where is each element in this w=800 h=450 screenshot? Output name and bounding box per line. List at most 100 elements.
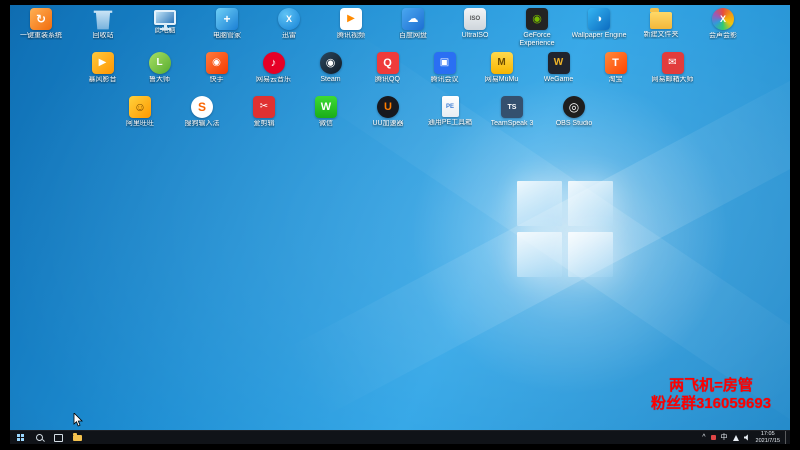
desktop-icon-tengxun-shipin[interactable]: ▶ 腾讯视频	[320, 8, 382, 48]
yijian-chongzhuang-icon: ↻	[30, 8, 52, 30]
icon-label: 通用PE工具箱	[427, 119, 473, 126]
uu-booster-glyph: U	[384, 100, 392, 113]
netease-music-glyph: ♪	[270, 56, 277, 69]
desktop-icon-kuaishou[interactable]: ◉ 快手	[188, 52, 245, 92]
icon-row: ▶ 暴风影音 L 鲁大师 ◉ 快手 ♪ 网易云音乐 ◉ Steam Q 腾讯QQ ▣ 腾讯会议 M 网易MuM…	[10, 52, 790, 92]
desktop-icon-ultraiso[interactable]: ISO UltraISO	[444, 8, 506, 48]
overlay-line1: 两飞机=房管	[669, 376, 753, 394]
desktop-icon-new-folder[interactable]: 新建文件夹	[630, 8, 692, 48]
teamspeak-glyph: TS	[507, 103, 517, 111]
icon-label: Steam	[320, 76, 341, 83]
wegame-icon: W	[547, 52, 570, 74]
task-view-icon	[53, 433, 63, 442]
wegame-glyph: W	[553, 57, 564, 68]
taobao-icon: T	[604, 52, 627, 74]
sogou-pinyin-icon: S	[191, 96, 213, 118]
icon-label: 一键重装系统	[20, 32, 62, 39]
icon-label: 电脑管家	[213, 32, 241, 39]
desktop-icon-wegame[interactable]: W WeGame	[530, 52, 587, 92]
recycle-bin-icon	[93, 10, 113, 30]
desktop-icon-grid: ↻ 一键重装系统 回收站 此电脑 + 电脑管家 X 迅雷 ▶ 腾讯视频 ☁ 百度网盘 ISO UltraI…	[10, 8, 790, 140]
desktop-icon-teamspeak[interactable]: TS TeamSpeak 3	[481, 96, 543, 136]
wallpaper-engine-glyph: ◑	[595, 12, 603, 25]
netease-mumu-icon: M	[490, 52, 513, 74]
desktop-icon-yijian-chongzhuang[interactable]: ↻ 一键重装系统	[10, 8, 72, 48]
desktop-icon-steam[interactable]: ◉ Steam	[302, 52, 359, 92]
icon-label: 腾讯视频	[337, 32, 365, 39]
desktop-icon-tencent-meeting[interactable]: ▣ 腾讯会议	[416, 52, 473, 92]
desktop-icon-this-pc[interactable]: 此电脑	[134, 8, 196, 48]
start-button[interactable]	[14, 432, 26, 443]
desktop-icon-tongyong-pe[interactable]: PE 通用PE工具箱	[419, 96, 481, 136]
desktop-icon-obs-studio[interactable]: ◎ OBS Studio	[543, 96, 605, 136]
tencent-meeting-icon: ▣	[433, 52, 456, 74]
desktop-icon-wallpaper-engine[interactable]: ◑ Wallpaper Engine	[568, 8, 630, 48]
ludashi-icon: L	[148, 52, 171, 74]
wechat-icon: W	[315, 96, 337, 118]
desktop-icon-uu-booster[interactable]: U UU加速器	[357, 96, 419, 136]
desktop-icon-mail-master[interactable]: ✉ 网易邮箱大师	[644, 52, 701, 92]
huishenghuiying-icon: X	[712, 8, 734, 30]
kuaishou-glyph: ◉	[212, 57, 221, 68]
netease-music-icon: ♪	[262, 52, 285, 74]
desktop-icon-tengxun-qq[interactable]: Q 腾讯QQ	[359, 52, 416, 92]
desktop-icon-netease-mumu[interactable]: M 网易MuMu	[473, 52, 530, 92]
tengxun-shipin-glyph: ▶	[347, 13, 355, 24]
tengxun-qq-glyph: Q	[383, 56, 392, 69]
show-desktop-button[interactable]	[785, 431, 789, 444]
desktop-icon-recycle-bin[interactable]: 回收站	[72, 8, 134, 48]
taskbar-left	[10, 432, 83, 443]
aijianji-icon: ✂	[253, 96, 275, 118]
desktop-icon-aijianji[interactable]: ✂ 爱剪辑	[233, 96, 295, 136]
taskbar-clock[interactable]: 17:05 2021/7/15	[756, 431, 780, 443]
desktop-icon-taobao[interactable]: T 淘宝	[587, 52, 644, 92]
desktop-icon-diannao-guanjia[interactable]: + 电脑管家	[196, 8, 258, 48]
icon-label: 阿里旺旺	[126, 120, 154, 127]
ali-wangwang-icon: ☺	[129, 96, 151, 118]
icon-label: 百度网盘	[399, 32, 427, 39]
desktop-icon-geforce-experience[interactable]: ◉ GeForce Experience	[506, 8, 568, 48]
diannao-guanjia-icon: +	[216, 8, 238, 30]
search-button[interactable]	[33, 432, 45, 443]
tray-app-icon[interactable]	[710, 435, 716, 440]
hidden-icons-button[interactable]: ^	[702, 434, 705, 441]
volume-icon[interactable]	[743, 434, 748, 441]
icon-label: 微信	[319, 120, 333, 127]
icon-label: 网易云音乐	[256, 76, 291, 83]
desktop-icon-baidu-wangpan[interactable]: ☁ 百度网盘	[382, 8, 444, 48]
icon-label: WeGame	[543, 76, 574, 83]
icon-row: ↻ 一键重装系统 回收站 此电脑 + 电脑管家 X 迅雷 ▶ 腾讯视频 ☁ 百度网盘 ISO UltraI…	[10, 8, 790, 48]
icon-label: 网易MuMu	[484, 76, 519, 83]
teamspeak-icon: TS	[501, 96, 523, 118]
desktop-icon-ludashi[interactable]: L 鲁大师	[131, 52, 188, 92]
desktop-icon-huishenghuiying[interactable]: X 会声会影	[692, 8, 754, 48]
desktop-icon-xunlei[interactable]: X 迅雷	[258, 8, 320, 48]
system-tray: ^ 中 17:05 2021/7/15	[702, 431, 790, 444]
desktop-icon-netease-music[interactable]: ♪ 网易云音乐	[245, 52, 302, 92]
desktop-icon-baofeng-yingyin[interactable]: ▶ 暴风影音	[74, 52, 131, 92]
baidu-wangpan-glyph: ☁	[407, 12, 419, 25]
new-folder-icon	[650, 8, 672, 29]
folder-icon	[72, 433, 82, 441]
steam-glyph: ◉	[325, 56, 336, 69]
network-icon[interactable]	[732, 434, 739, 441]
icon-label: UU加速器	[372, 120, 404, 127]
taskbar: ^ 中 17:05 2021/7/15	[10, 430, 790, 444]
desktop-icon-wechat[interactable]: W 微信	[295, 96, 357, 136]
geforce-experience-glyph: ◉	[532, 12, 542, 25]
clock-date: 2021/7/15	[755, 437, 780, 444]
xunlei-glyph: X	[285, 13, 292, 24]
icon-label: 回收站	[92, 32, 114, 39]
ime-indicator[interactable]: 中	[721, 434, 728, 441]
icon-label: 迅雷	[282, 32, 296, 39]
desktop-icon-ali-wangwang[interactable]: ☺ 阿里旺旺	[109, 96, 171, 136]
icon-label: GeForce Experience	[519, 32, 555, 48]
file-explorer-button[interactable]	[71, 432, 83, 443]
icon-label: 暴风影音	[88, 76, 117, 83]
ali-wangwang-glyph: ☺	[133, 100, 147, 114]
diannao-guanjia-glyph: +	[223, 12, 231, 26]
desktop-icon-sogou-pinyin[interactable]: S 搜狗输入法	[171, 96, 233, 136]
huishenghuiying-glyph: X	[719, 13, 726, 24]
task-view-button[interactable]	[52, 432, 64, 443]
desktop[interactable]: ↻ 一键重装系统 回收站 此电脑 + 电脑管家 X 迅雷 ▶ 腾讯视频 ☁ 百度网盘 ISO UltraI…	[10, 5, 790, 444]
